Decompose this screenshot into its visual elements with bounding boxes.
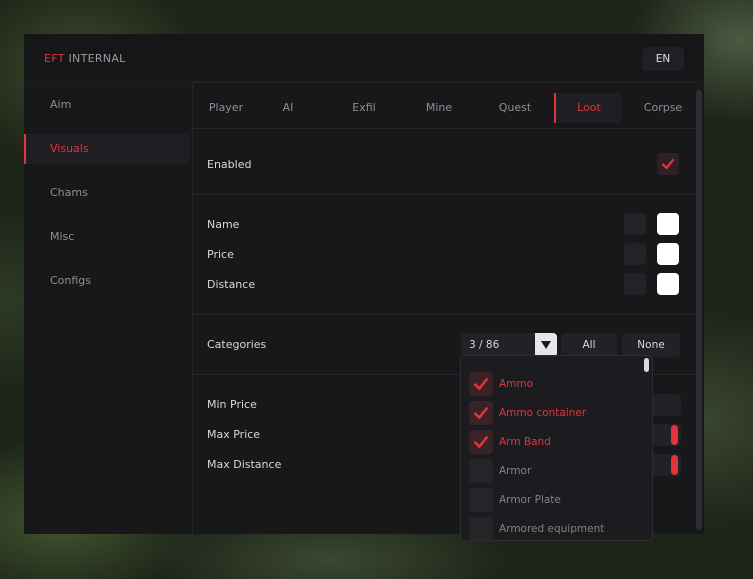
dropdown-arrow[interactable] xyxy=(535,333,557,357)
sidebar-item-visuals[interactable]: Visuals xyxy=(24,134,190,164)
checkmark-icon xyxy=(474,378,488,390)
select-all-button[interactable]: All xyxy=(561,333,617,357)
tab-exfil[interactable]: Exfil xyxy=(331,93,397,123)
dropdown-scrollbar[interactable] xyxy=(644,358,649,372)
brand-internal: INTERNAL xyxy=(68,52,126,65)
option-checkbox[interactable] xyxy=(469,401,493,425)
sidebar-item-misc[interactable]: Misc xyxy=(24,222,190,252)
option-checkbox[interactable] xyxy=(469,430,493,454)
option-checkbox[interactable] xyxy=(469,488,493,512)
name-color-picker[interactable] xyxy=(657,213,679,235)
option-label: Ammo xyxy=(499,378,534,390)
enabled-label: Enabled xyxy=(207,158,252,171)
name-label: Name xyxy=(207,218,240,231)
option-label: Armor Plate xyxy=(499,494,561,506)
category-option[interactable]: Armored equipment xyxy=(469,517,649,540)
content-scrollbar[interactable] xyxy=(696,90,702,530)
sidebar-item-aim[interactable]: Aim xyxy=(24,90,190,120)
price-toggle[interactable] xyxy=(624,243,646,265)
checkmark-icon xyxy=(474,436,488,448)
max-distance-label: Max Distance xyxy=(207,458,282,471)
sidebar: Aim Visuals Chams Misc Configs xyxy=(24,82,192,534)
content-scrollbar-thumb[interactable] xyxy=(696,90,702,530)
distance-toggle[interactable] xyxy=(624,273,646,295)
header-bar: EFT INTERNAL EN xyxy=(24,34,704,82)
divider xyxy=(193,314,696,315)
brand-eft: EFT xyxy=(44,52,65,65)
brand-title: EFT INTERNAL xyxy=(44,52,126,65)
language-button[interactable]: EN xyxy=(642,47,684,71)
price-color-picker[interactable] xyxy=(657,243,679,265)
category-option[interactable]: Ammo container xyxy=(469,401,649,425)
checkmark-icon xyxy=(661,158,675,170)
option-label: Armored equipment xyxy=(499,523,605,535)
option-checkbox[interactable] xyxy=(469,372,493,396)
max-price-label: Max Price xyxy=(207,428,261,441)
category-option[interactable]: Arm Band xyxy=(469,430,649,454)
option-label: Armor xyxy=(499,465,532,477)
checkmark-icon xyxy=(474,407,488,419)
name-toggle[interactable] xyxy=(624,213,646,235)
categories-select[interactable]: 3 / 86 xyxy=(461,333,557,357)
tab-bar: Player AI Exfil Mine Quest Loot Corpse xyxy=(193,93,696,123)
sidebar-item-configs[interactable]: Configs xyxy=(24,266,190,296)
distance-label: Distance xyxy=(207,278,256,291)
min-price-label: Min Price xyxy=(207,398,257,411)
tab-loot[interactable]: Loot xyxy=(554,93,622,123)
category-option[interactable]: Armor Plate xyxy=(469,488,649,512)
categories-label: Categories xyxy=(207,338,267,351)
category-option[interactable]: Armor xyxy=(469,459,649,483)
categories-dropdown: Ammo Ammo container Arm Band Armor Armor… xyxy=(460,355,653,541)
max-price-slider-knob[interactable] xyxy=(671,425,678,445)
sidebar-item-chams[interactable]: Chams xyxy=(24,178,190,208)
distance-color-picker[interactable] xyxy=(657,273,679,295)
tab-corpse[interactable]: Corpse xyxy=(629,93,696,123)
tab-player[interactable]: Player xyxy=(195,93,257,123)
price-label: Price xyxy=(207,248,234,261)
tab-mine[interactable]: Mine xyxy=(405,93,473,123)
option-label: Arm Band xyxy=(499,436,551,448)
option-checkbox[interactable] xyxy=(469,517,493,540)
option-checkbox[interactable] xyxy=(469,459,493,483)
max-distance-slider-knob[interactable] xyxy=(671,455,678,475)
categories-select-value: 3 / 86 xyxy=(469,339,500,351)
divider xyxy=(193,194,696,195)
select-none-button[interactable]: None xyxy=(622,333,680,357)
tab-ai[interactable]: AI xyxy=(257,93,319,123)
option-label: Ammo container xyxy=(499,407,587,419)
divider xyxy=(193,128,696,129)
category-option[interactable]: Ammo xyxy=(469,372,649,396)
chevron-down-icon xyxy=(541,341,551,349)
tab-quest[interactable]: Quest xyxy=(481,93,549,123)
enabled-checkbox[interactable] xyxy=(657,153,679,175)
